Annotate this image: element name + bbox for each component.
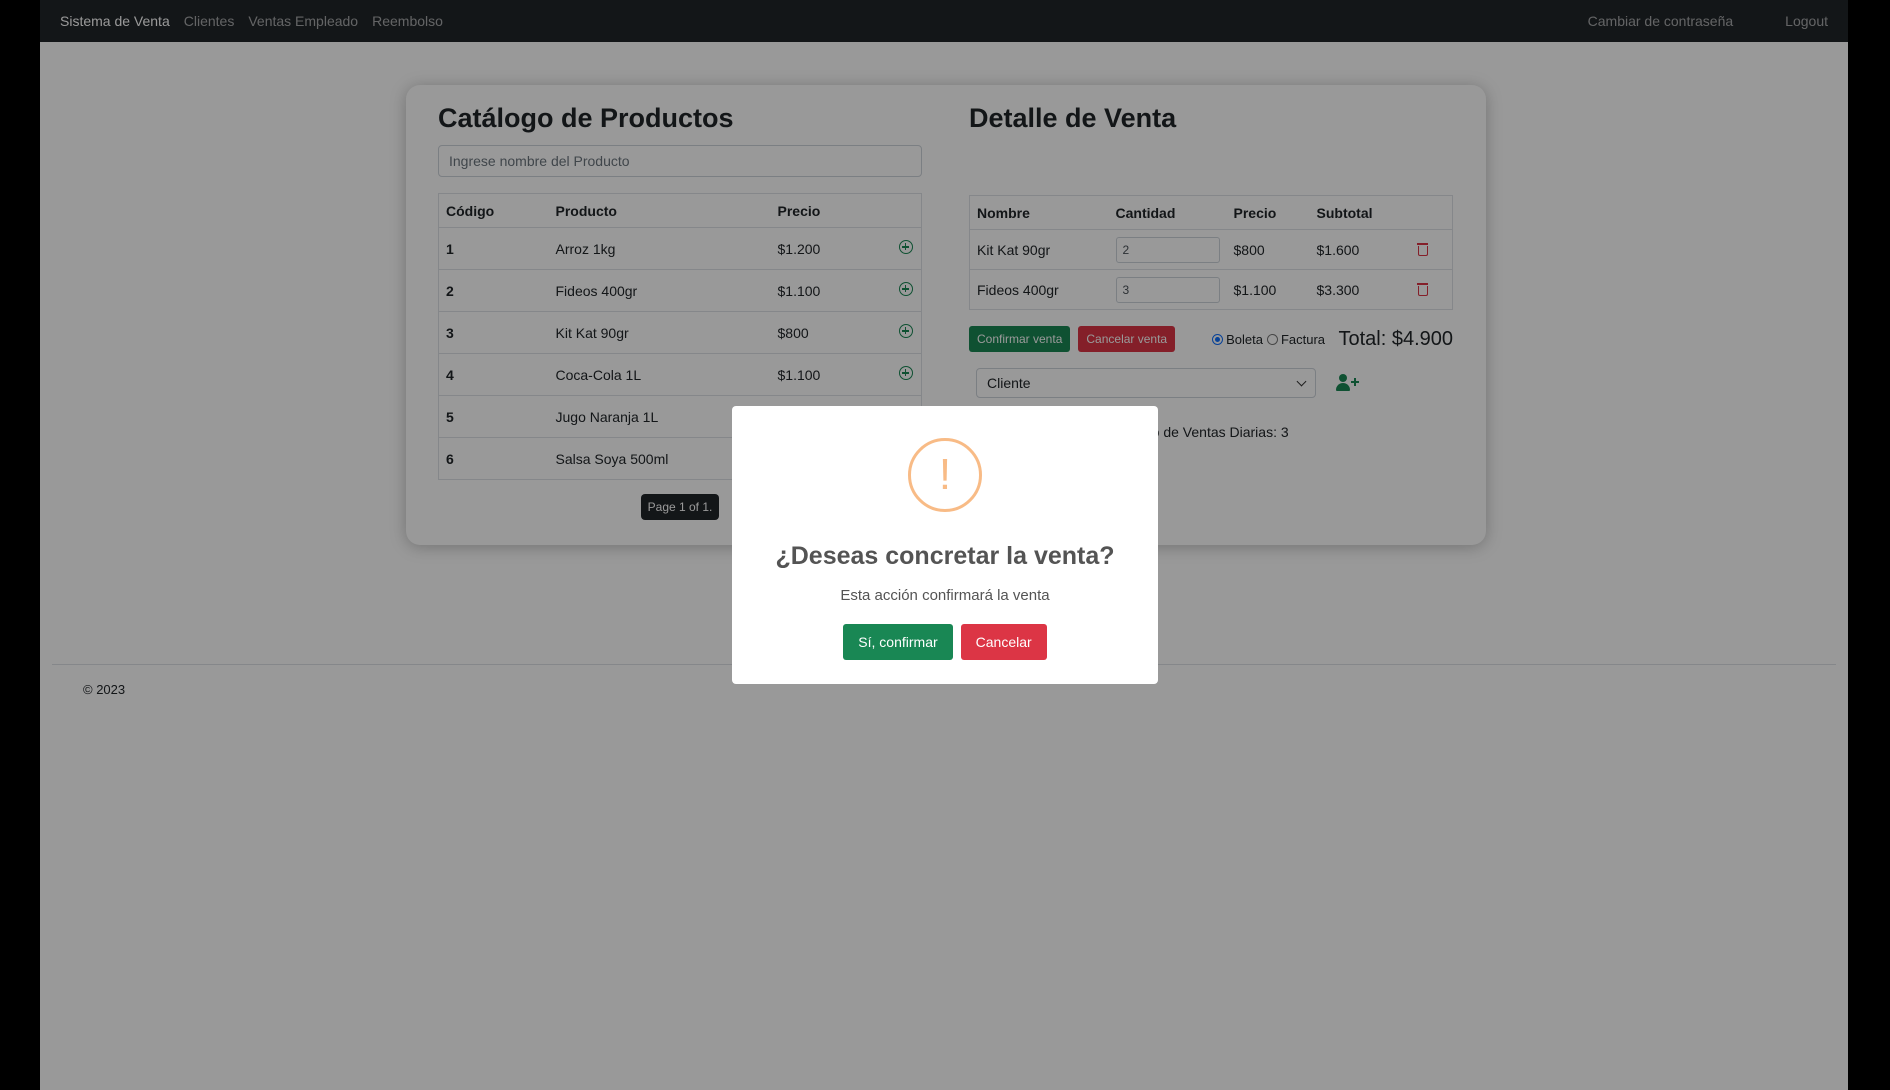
dialog-confirm-button[interactable]: Sí, confirmar [843,624,953,660]
dialog-buttons: Sí, confirmar Cancelar [732,624,1158,660]
dialog-text: Esta acción confirmará la venta [840,587,1050,604]
dialog-cancel-button[interactable]: Cancelar [960,624,1047,660]
warning-icon: ! [908,438,982,512]
app-window: Sistema de Venta Clientes Ventas Emplead… [40,0,1848,1090]
dialog-title: ¿Deseas concretar la venta? [775,542,1115,570]
confirm-dialog: ! ¿Deseas concretar la venta? Esta acció… [732,406,1158,684]
